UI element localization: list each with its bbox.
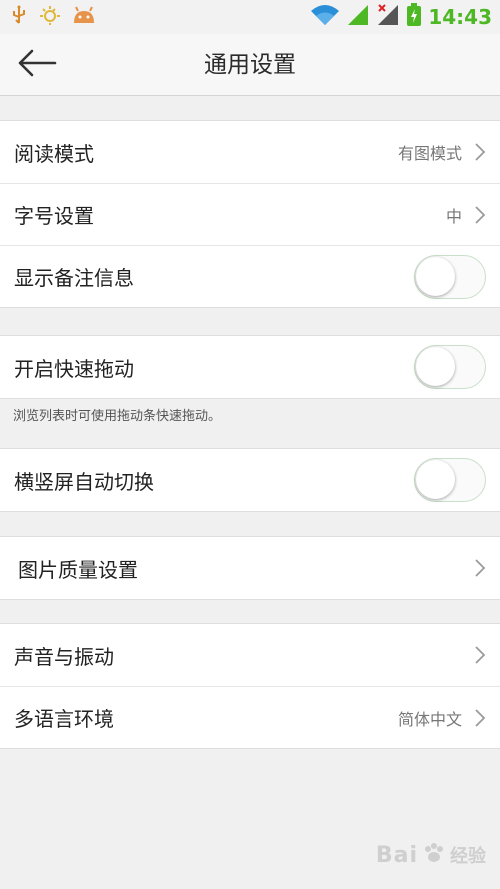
android-icon <box>72 5 96 29</box>
setting-label: 图片质量设置 <box>18 557 138 582</box>
setting-value: 简体中文 <box>397 709 462 729</box>
setting-label: 声音与振动 <box>14 644 114 669</box>
toggle-knob <box>416 256 455 296</box>
usb-icon <box>10 5 28 29</box>
chevron-right-icon <box>474 645 486 665</box>
settings-group-rotation: 横竖屏自动切换 <box>0 448 500 512</box>
page-title: 通用设置 <box>204 52 296 78</box>
setting-label: 阅读模式 <box>14 141 94 166</box>
setting-label: 字号设置 <box>14 204 94 228</box>
settings-group-fast-scroll: 开启快速拖动 <box>0 335 500 399</box>
baidu-watermark: Bai 经验 <box>376 841 486 869</box>
setting-sound-vibration[interactable]: 声音与振动 <box>0 624 500 686</box>
app-bar: 通用设置 <box>0 34 500 96</box>
watermark-text: Bai <box>375 842 418 868</box>
watermark-sub: 经验 <box>450 846 486 867</box>
back-button[interactable] <box>14 47 60 83</box>
setting-label: 开启快速拖动 <box>14 356 134 381</box>
no-signal-icon <box>376 3 400 31</box>
back-arrow-icon <box>17 49 57 81</box>
weather-icon <box>38 5 62 29</box>
settings-group-misc: 声音与振动 多语言环境 简体中文 <box>0 623 500 749</box>
setting-label: 多语言环境 <box>14 707 114 731</box>
toggle-knob <box>416 347 455 386</box>
fast-scroll-hint: 浏览列表时可使用拖动条快速拖动。 <box>13 409 222 424</box>
battery-charging-icon <box>406 3 422 31</box>
paw-icon <box>422 841 446 869</box>
toggle-knob <box>416 460 455 499</box>
setting-auto-rotate: 横竖屏自动切换 <box>0 449 500 511</box>
status-time: 14:43 <box>428 5 492 29</box>
chevron-right-icon <box>474 558 486 578</box>
setting-font-size[interactable]: 字号设置 中 <box>0 183 500 245</box>
setting-language[interactable]: 多语言环境 简体中文 <box>0 686 500 748</box>
chevron-right-icon <box>474 142 486 162</box>
setting-image-quality[interactable]: 图片质量设置 <box>0 537 500 599</box>
auto-rotate-toggle[interactable] <box>414 458 486 502</box>
settings-group-display: 阅读模式 有图模式 字号设置 中 显示备注信息 <box>0 120 500 308</box>
setting-show-notes: 显示备注信息 <box>0 245 500 307</box>
chevron-right-icon <box>474 708 486 728</box>
signal-icon <box>346 3 370 31</box>
show-notes-toggle[interactable] <box>414 254 486 299</box>
setting-fast-scroll: 开启快速拖动 <box>0 336 500 398</box>
setting-value: 中 <box>445 206 462 226</box>
settings-group-image: 图片质量设置 <box>0 536 500 600</box>
setting-reading-mode[interactable]: 阅读模式 有图模式 <box>0 121 500 183</box>
status-bar: 14:43 <box>0 0 500 34</box>
setting-label: 显示备注信息 <box>14 266 134 290</box>
wifi-icon <box>310 3 340 31</box>
fast-scroll-toggle[interactable] <box>414 345 486 389</box>
setting-value: 有图模式 <box>397 144 462 163</box>
setting-label: 横竖屏自动切换 <box>14 469 154 494</box>
chevron-right-icon <box>474 205 486 225</box>
